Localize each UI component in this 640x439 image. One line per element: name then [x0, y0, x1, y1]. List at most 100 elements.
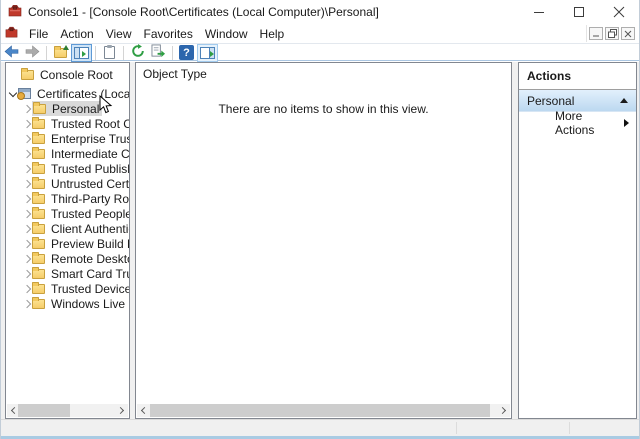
mmc-toolbox-icon — [8, 4, 22, 21]
tree-item-preview-build[interactable]: Preview Build Ro — [6, 236, 129, 251]
scrollbar-thumb[interactable] — [18, 404, 70, 417]
chevron-right-icon[interactable] — [22, 238, 32, 250]
workspace: Console Root Certificates (Local C Perso… — [1, 62, 639, 419]
up-one-level-button[interactable] — [51, 45, 70, 61]
paste-button[interactable] — [100, 45, 119, 61]
folder-icon — [32, 224, 45, 234]
folder-icon — [33, 104, 46, 114]
certificates-icon — [18, 88, 31, 99]
tree-item-trusted-devices[interactable]: Trusted Devices — [6, 281, 129, 296]
export-list-icon — [151, 44, 166, 61]
folder-icon — [32, 134, 45, 144]
scroll-right-icon[interactable] — [499, 406, 508, 415]
folder-icon — [32, 254, 45, 264]
close-button[interactable] — [599, 0, 639, 24]
tree-item-trusted-people[interactable]: Trusted People — [6, 206, 129, 221]
chevron-right-icon[interactable] — [22, 103, 32, 115]
refresh-button[interactable] — [128, 45, 147, 61]
tree-item-trusted-publishers[interactable]: Trusted Publishe — [6, 161, 129, 176]
help-icon: ? — [179, 45, 194, 60]
tree-item-intermediate[interactable]: Intermediate Cer — [6, 146, 129, 161]
chevron-right-icon[interactable] — [22, 223, 32, 235]
tree-item-client-auth[interactable]: Client Authentic — [6, 221, 129, 236]
folder-icon — [32, 209, 45, 219]
chevron-right-icon[interactable] — [22, 208, 32, 220]
folder-icon — [32, 269, 45, 279]
tree-item-trusted-root[interactable]: Trusted Root Cer — [6, 116, 129, 131]
toolbar: ? — [1, 45, 639, 61]
scroll-right-icon[interactable] — [117, 406, 126, 415]
export-list-button[interactable] — [149, 45, 168, 61]
mdi-restore-button[interactable] — [605, 27, 619, 40]
mdi-close-button[interactable] — [621, 27, 635, 40]
tree-item-smart-card[interactable]: Smart Card Trust — [6, 266, 129, 281]
back-button[interactable] — [2, 45, 21, 61]
chevron-right-icon[interactable] — [22, 178, 32, 190]
forward-button[interactable] — [23, 45, 42, 61]
submenu-arrow-icon — [624, 119, 629, 127]
more-actions-label: More Actions — [555, 109, 624, 137]
toolbar-separator — [123, 46, 124, 60]
forward-icon — [25, 45, 40, 61]
back-icon — [4, 45, 19, 61]
menu-favorites[interactable]: Favorites — [138, 25, 199, 43]
folder-icon — [32, 119, 45, 129]
up-one-level-icon — [54, 48, 67, 58]
results-panel: Object Type There are no items to show i… — [135, 62, 512, 419]
scrollbar-thumb[interactable] — [150, 404, 490, 417]
minimize-button[interactable] — [519, 0, 559, 24]
chevron-right-icon[interactable] — [22, 298, 32, 310]
tree-item-remote-desktop[interactable]: Remote Desktop — [6, 251, 129, 266]
menu-file[interactable]: File — [23, 25, 54, 43]
action-pane-icon — [200, 47, 215, 59]
status-bar — [1, 419, 639, 436]
menu-help[interactable]: Help — [254, 25, 291, 43]
selected-highlight: Personal — [32, 101, 102, 116]
toolbar-separator — [172, 46, 173, 60]
chevron-right-icon[interactable] — [22, 118, 32, 130]
show-hide-console-tree-button[interactable] — [72, 45, 91, 61]
chevron-right-icon[interactable] — [22, 133, 32, 145]
tree-item-enterprise-trust[interactable]: Enterprise Trust — [6, 131, 129, 146]
tree-horizontal-scrollbar[interactable] — [7, 404, 128, 417]
chevron-right-icon[interactable] — [22, 283, 32, 295]
more-actions-item[interactable]: More Actions — [519, 112, 636, 134]
scroll-left-icon[interactable] — [139, 406, 148, 415]
folder-icon — [32, 239, 45, 249]
tree-item-third-party[interactable]: Third-Party Root — [6, 191, 129, 206]
scroll-left-icon[interactable] — [9, 406, 18, 415]
maximize-button[interactable] — [559, 0, 599, 24]
help-button[interactable]: ? — [177, 45, 196, 61]
folder-icon — [32, 194, 45, 204]
empty-view-message: There are no items to show in this view. — [136, 102, 511, 116]
chevron-right-icon[interactable] — [22, 193, 32, 205]
refresh-icon — [131, 44, 145, 61]
mmc-toolbox-icon — [5, 26, 18, 42]
menu-view[interactable]: View — [100, 25, 138, 43]
actions-panel: Actions Personal More Actions — [518, 62, 637, 419]
menu-bar: File Action View Favorites Window Help — [1, 24, 639, 44]
column-header-object-type[interactable]: Object Type — [143, 67, 207, 81]
folder-icon — [32, 164, 45, 174]
status-divider — [456, 422, 457, 434]
tree-item-console-root[interactable]: Console Root — [6, 67, 129, 82]
mdi-separator — [586, 25, 587, 42]
folder-icon — [32, 179, 45, 189]
menu-action[interactable]: Action — [54, 25, 99, 43]
tree-item-windows-live-id[interactable]: Windows Live ID — [6, 296, 129, 311]
toolbar-separator — [46, 46, 47, 60]
mouse-cursor — [99, 95, 113, 118]
chevron-right-icon[interactable] — [22, 148, 32, 160]
show-hide-action-pane-button[interactable] — [198, 45, 217, 61]
collapse-arrow-icon[interactable] — [620, 98, 628, 103]
chevron-right-icon[interactable] — [22, 163, 32, 175]
folder-icon — [32, 299, 45, 309]
menu-window[interactable]: Window — [199, 25, 254, 43]
status-divider — [569, 422, 570, 434]
chevron-right-icon[interactable] — [22, 253, 32, 265]
tree-item-untrusted[interactable]: Untrusted Certifi — [6, 176, 129, 191]
chevron-right-icon[interactable] — [22, 268, 32, 280]
mdi-minimize-button[interactable] — [589, 27, 603, 40]
results-horizontal-scrollbar[interactable] — [137, 404, 510, 417]
title-bar[interactable]: Console1 - [Console Root\Certificates (L… — [1, 0, 639, 24]
